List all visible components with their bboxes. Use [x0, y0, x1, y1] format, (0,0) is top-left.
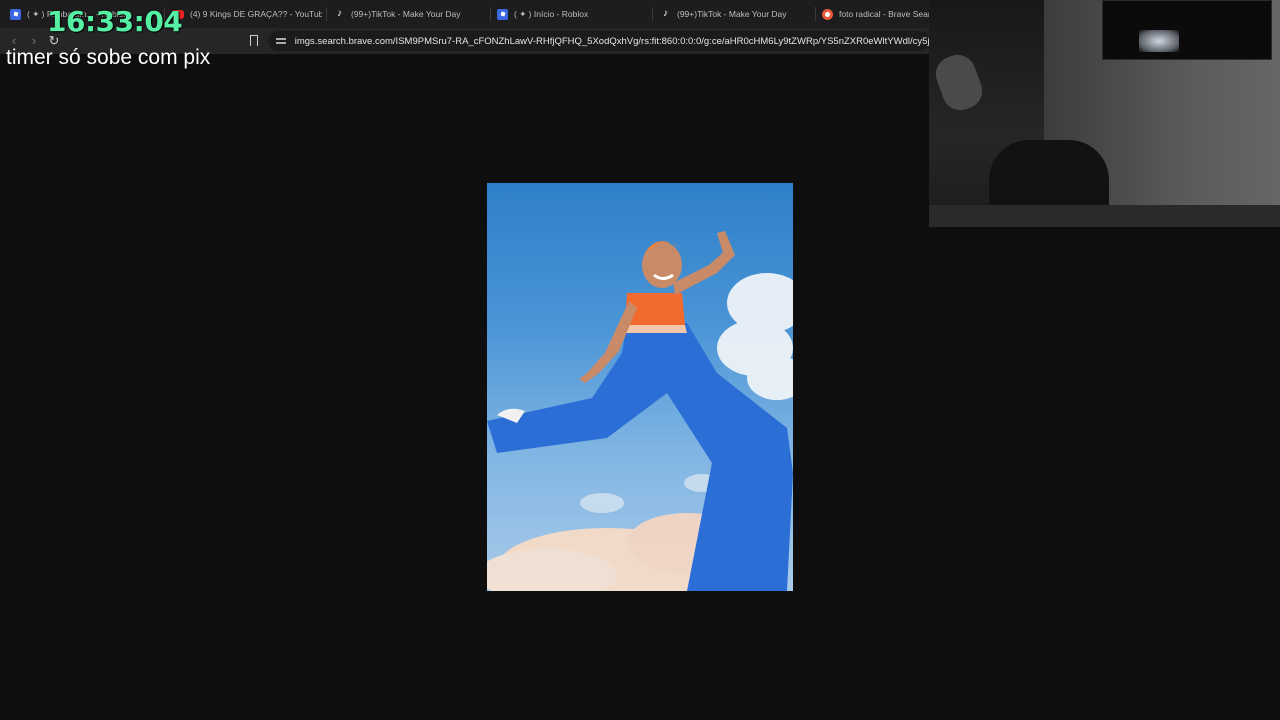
- tiktok-icon: ♪: [337, 8, 342, 19]
- tab-divider: [490, 7, 491, 21]
- brave-icon: [822, 8, 833, 20]
- photo-illustration: [487, 231, 793, 591]
- tiktok-icon: ♪: [663, 8, 668, 19]
- stream-caption: timer só sobe com pix: [6, 46, 211, 69]
- roblox-icon: [497, 8, 508, 20]
- bookmark-icon[interactable]: [249, 35, 258, 50]
- tab-title: (4) 9 Kings DE GRAÇA?? - YouTube: [190, 9, 322, 19]
- tab-title: foto radical - Brave Search: [839, 9, 930, 19]
- tab-youtube[interactable]: (4) 9 Kings DE GRAÇA?? - YouTube: [172, 0, 322, 28]
- webcam-tv: [1102, 0, 1272, 60]
- url-text[interactable]: imgs.search.brave.com/ISM9PMSru7-RA_cFON…: [295, 36, 930, 47]
- tab-tiktok-1[interactable]: ♪ (99+)TikTok - Make Your Day: [334, 0, 484, 28]
- tab-divider: [815, 7, 816, 21]
- webcam-feed: [929, 0, 1280, 227]
- tab-roblox-2[interactable]: ( ✦ ) Início - Roblox: [497, 0, 647, 28]
- tab-title: (99+)TikTok - Make Your Day: [677, 9, 787, 19]
- roblox-icon: [10, 8, 21, 20]
- tab-title: ( ✦ ) Início - Roblox: [514, 8, 589, 19]
- stream-timer: 16:33:04: [47, 5, 183, 38]
- webcam-floor: [929, 205, 1280, 227]
- tab-tiktok-2[interactable]: ♪ (99+)TikTok - Make Your Day: [660, 0, 810, 28]
- tab-brave-search[interactable]: foto radical - Brave Search: [822, 0, 930, 28]
- address-bar[interactable]: imgs.search.brave.com/ISM9PMSru7-RA_cFON…: [268, 31, 930, 51]
- tab-title: (99+)TikTok - Make Your Day: [351, 9, 461, 19]
- site-info-icon[interactable]: [276, 36, 286, 46]
- displayed-photo[interactable]: [487, 183, 793, 591]
- tab-divider: [326, 7, 327, 21]
- webcam-tv-screen: [1139, 30, 1179, 52]
- tab-divider: [652, 7, 653, 21]
